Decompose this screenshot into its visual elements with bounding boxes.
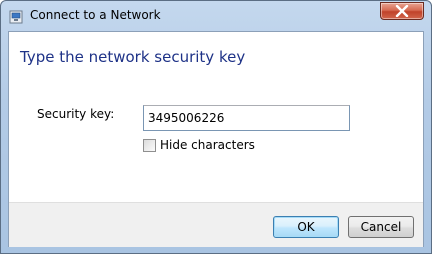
dialog-footer: OK Cancel xyxy=(9,202,423,247)
close-button[interactable] xyxy=(380,2,424,20)
dialog-heading: Type the network security key xyxy=(20,48,246,66)
window-title: Connect to a Network xyxy=(30,8,161,22)
cancel-button[interactable]: Cancel xyxy=(348,216,414,238)
hide-characters-option[interactable]: Hide characters xyxy=(143,137,255,153)
title-bar[interactable]: Connect to a Network xyxy=(1,1,431,31)
security-key-label: Security key: xyxy=(37,107,115,121)
network-icon xyxy=(9,9,23,24)
dialog-content: Type the network security key Security k… xyxy=(8,31,424,247)
close-icon xyxy=(395,5,409,17)
hide-characters-label[interactable]: Hide characters xyxy=(160,138,255,152)
ok-button[interactable]: OK xyxy=(273,216,339,238)
security-key-input[interactable] xyxy=(143,105,350,131)
hide-characters-checkbox[interactable] xyxy=(143,138,156,152)
dialog-window: Connect to a Network Type the network se… xyxy=(0,0,432,254)
